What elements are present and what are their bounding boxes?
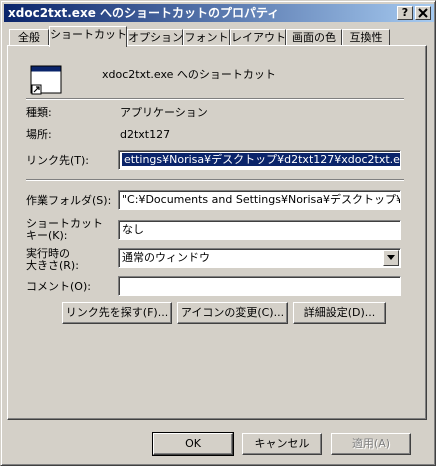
type-label: 種類: bbox=[26, 106, 52, 119]
tab-strip: 全般 ショートカット オプション フォント レイアウト 画面の色 互換性 bbox=[7, 26, 427, 47]
advanced-button[interactable]: 詳細設定(D)... bbox=[293, 302, 386, 324]
workdir-label: 作業フォルダ(S): bbox=[26, 194, 112, 207]
tab-layout[interactable]: レイアウト bbox=[230, 29, 286, 46]
comment-label: コメント(O): bbox=[26, 280, 91, 293]
close-button[interactable] bbox=[415, 6, 431, 20]
workdir-input[interactable]: "C:¥Documents and Settings¥Norisa¥デスクトップ… bbox=[118, 190, 401, 210]
location-value: d2txt127 bbox=[120, 128, 171, 141]
properties-window: xdoc2txt.exe へのショートカットのプロパティ ? 全般 ショートカッ… bbox=[0, 0, 436, 466]
tab-colors[interactable]: 画面の色 bbox=[286, 29, 342, 46]
hotkey-label-line2: キー(K): bbox=[26, 229, 68, 242]
run-size-value: 通常のウィンドウ bbox=[122, 251, 210, 264]
run-size-select[interactable]: 通常のウィンドウ bbox=[118, 248, 401, 268]
ok-button[interactable]: OK bbox=[152, 432, 234, 456]
target-label: リンク先(T): bbox=[26, 154, 90, 167]
tab-shortcut[interactable]: ショートカット bbox=[49, 26, 127, 47]
close-icon bbox=[418, 8, 428, 18]
divider bbox=[26, 179, 404, 181]
dropdown-button[interactable] bbox=[383, 250, 399, 266]
location-label: 場所: bbox=[26, 128, 52, 141]
tab-font[interactable]: フォント bbox=[183, 29, 230, 46]
change-icon-button[interactable]: アイコンの変更(C)... bbox=[177, 302, 288, 324]
window-shortcut-icon bbox=[30, 65, 62, 95]
tab-general[interactable]: 全般 bbox=[9, 29, 49, 46]
apply-button[interactable]: 適用(A) bbox=[331, 433, 411, 455]
find-target-button[interactable]: リンク先を探す(F)... bbox=[62, 302, 172, 324]
window-title: xdoc2txt.exe へのショートカットのプロパティ bbox=[8, 6, 280, 20]
type-value: アプリケーション bbox=[120, 106, 208, 119]
comment-input[interactable] bbox=[118, 276, 401, 296]
help-button[interactable]: ? bbox=[397, 6, 413, 20]
target-input[interactable]: ettings¥Norisa¥デスクトップ¥d2txt127¥xdoc2txt.… bbox=[118, 150, 401, 170]
shortcut-name: xdoc2txt.exe へのショートカット bbox=[102, 68, 276, 81]
cancel-button[interactable]: キャンセル bbox=[242, 433, 322, 455]
target-value: ettings¥Norisa¥デスクトップ¥d2txt127¥xdoc2txt.… bbox=[122, 153, 400, 166]
shortcut-panel: xdoc2txt.exe へのショートカット 種類: アプリケーション 場所: … bbox=[7, 45, 427, 420]
title-bar[interactable]: xdoc2txt.exe へのショートカットのプロパティ ? bbox=[4, 4, 434, 22]
divider bbox=[26, 98, 404, 100]
tab-options[interactable]: オプション bbox=[127, 29, 183, 46]
tab-compatibility[interactable]: 互換性 bbox=[342, 29, 390, 46]
hotkey-input[interactable]: なし bbox=[118, 220, 401, 240]
run-label-line2: 大きさ(R): bbox=[26, 259, 79, 272]
chevron-down-icon bbox=[387, 255, 395, 260]
